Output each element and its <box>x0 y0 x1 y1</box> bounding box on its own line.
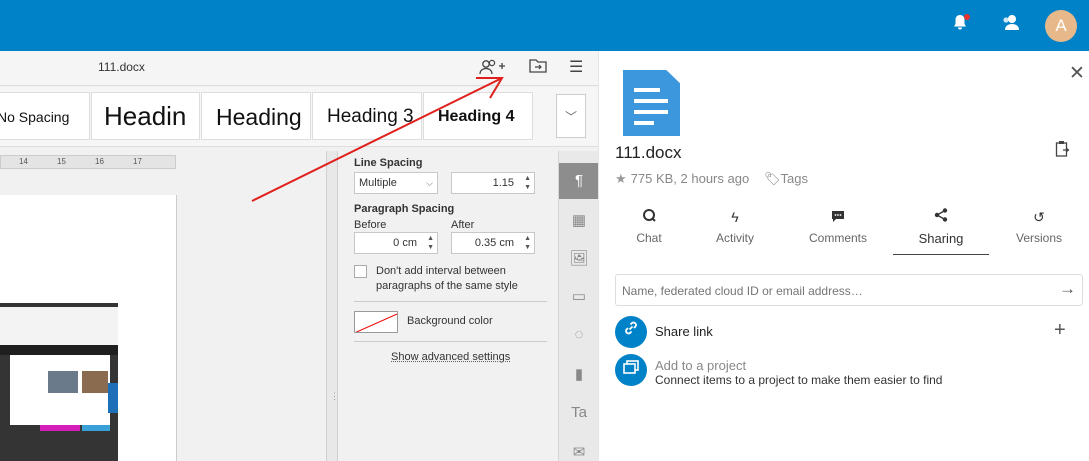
spinner-arrows-icon[interactable]: ▲ ▼ <box>524 234 531 252</box>
panel-splitter[interactable]: ⋮ <box>326 151 338 461</box>
user-avatar[interactable]: A <box>1045 10 1077 42</box>
divider <box>354 301 547 302</box>
tag-icon: 🏷 <box>764 171 781 186</box>
add-to-project-label[interactable]: Add to a project <box>655 358 746 373</box>
menu-icon[interactable]: ☰ <box>569 57 583 77</box>
after-label: After <box>451 219 474 231</box>
before-label: Before <box>354 219 386 231</box>
embedded-screenshot-image <box>0 303 118 461</box>
arrow-right-icon[interactable]: → <box>1059 279 1076 299</box>
comments-icon <box>799 208 877 226</box>
textart-settings-icon[interactable]: Ta <box>559 395 598 431</box>
project-description: Connect items to a project to make them … <box>655 373 942 387</box>
share-link-label: Share link <box>655 324 713 339</box>
ruler-tick: 14 <box>19 157 28 166</box>
styles-gallery: No Spacing Headin Heading Heading 3 Head… <box>0 87 598 147</box>
clipboard-icon[interactable] <box>1055 140 1070 161</box>
notification-dot <box>964 14 970 20</box>
horizontal-ruler[interactable]: 14 15 16 17 <box>0 155 176 169</box>
ruler-tick: 16 <box>95 157 104 166</box>
file-details-sidebar: ✕ 111.docx ★ 775 KB, 2 hours ago 🏷Tags Ch… <box>598 51 1089 461</box>
project-icon[interactable] <box>615 354 647 386</box>
style-heading-1[interactable]: Headin <box>91 92 200 140</box>
image-settings-icon[interactable]: 🖼 <box>559 241 598 277</box>
style-heading-2[interactable]: Heading <box>201 92 311 140</box>
spinner-arrows-icon[interactable]: ▲ ▼ <box>524 174 531 192</box>
chat-icon <box>619 208 679 226</box>
header-footer-settings-icon[interactable]: ▭ <box>559 279 598 315</box>
sidebar-tabs: Chat ϟ Activity Comments Sharing ↺ Versi… <box>599 205 1089 255</box>
contacts-icon[interactable] <box>1002 14 1020 35</box>
paragraph-settings-icon[interactable]: ¶ <box>559 163 598 199</box>
background-color-swatch[interactable] <box>354 311 398 333</box>
notifications-bell-icon[interactable] <box>952 14 968 36</box>
styles-expand-chevron-icon[interactable]: ﹀ <box>556 94 586 138</box>
file-name: 111.docx <box>615 143 681 163</box>
shape-settings-icon[interactable]: ◌ <box>559 317 598 353</box>
tab-sharing[interactable]: Sharing <box>893 205 989 255</box>
activity-icon: ϟ <box>705 208 765 226</box>
ruler-tick: 15 <box>57 157 66 166</box>
document-title: 111.docx <box>98 60 145 74</box>
top-bar: A <box>0 0 1089 51</box>
divider <box>354 341 547 342</box>
no-interval-checkbox[interactable] <box>354 265 367 278</box>
right-settings-toolbar: ¶ ▦ 🖼 ▭ ◌ ▮ Ta ✉ <box>558 151 598 461</box>
folder-icon[interactable] <box>529 58 547 76</box>
document-file-icon <box>623 70 680 136</box>
versions-icon: ↺ <box>1007 208 1071 226</box>
no-interval-label: Don't add interval between paragraphs of… <box>376 264 546 294</box>
background-color-label: Background color <box>407 315 493 327</box>
table-settings-icon[interactable]: ▦ <box>559 203 598 239</box>
chevron-down-icon: ⌵ <box>426 173 433 193</box>
style-heading-3[interactable]: Heading 3 <box>312 92 422 140</box>
sharing-icon <box>893 208 989 226</box>
spacing-after-input[interactable]: 0.35 cm ▲ ▼ <box>451 232 535 254</box>
style-heading-4[interactable]: Heading 4 <box>423 92 533 140</box>
file-meta: ★ 775 KB, 2 hours ago <box>615 171 749 187</box>
show-advanced-settings-link[interactable]: Show advanced settings <box>391 351 510 363</box>
star-icon[interactable]: ★ <box>615 171 627 186</box>
close-icon[interactable]: ✕ <box>1069 62 1085 85</box>
share-user-icon[interactable] <box>478 59 506 78</box>
share-search-input[interactable] <box>622 281 1042 301</box>
tab-activity[interactable]: ϟ Activity <box>705 205 765 255</box>
tab-comments[interactable]: Comments <box>799 205 877 255</box>
spacing-before-input[interactable]: 0 cm ▲ ▼ <box>354 232 438 254</box>
chart-settings-icon[interactable]: ▮ <box>559 357 598 393</box>
document-editor: 111.docx ☰ No Spacing Headin Heading Hea… <box>0 51 598 461</box>
editor-header: 111.docx ☰ <box>0 51 598 86</box>
mail-merge-icon[interactable]: ✉ <box>559 435 598 461</box>
tab-versions[interactable]: ↺ Versions <box>1007 205 1071 255</box>
link-icon <box>615 316 647 348</box>
line-spacing-value-input[interactable]: 1.15 ▲ ▼ <box>451 172 535 194</box>
spinner-arrows-icon[interactable]: ▲ ▼ <box>427 234 434 252</box>
paragraph-settings-panel: Line Spacing Multiple ⌵ 1.15 ▲ ▼ Paragrap… <box>338 151 558 461</box>
share-search-field[interactable]: → <box>615 274 1083 306</box>
style-no-spacing[interactable]: No Spacing <box>0 92 90 140</box>
tags-button[interactable]: 🏷Tags <box>764 171 808 187</box>
tab-chat[interactable]: Chat <box>619 205 679 255</box>
line-spacing-label: Line Spacing <box>354 157 422 169</box>
add-share-link-plus-icon[interactable]: + <box>1054 319 1066 342</box>
line-spacing-type-select[interactable]: Multiple ⌵ <box>354 172 438 194</box>
paragraph-spacing-label: Paragraph Spacing <box>354 203 454 215</box>
ruler-tick: 17 <box>133 157 142 166</box>
